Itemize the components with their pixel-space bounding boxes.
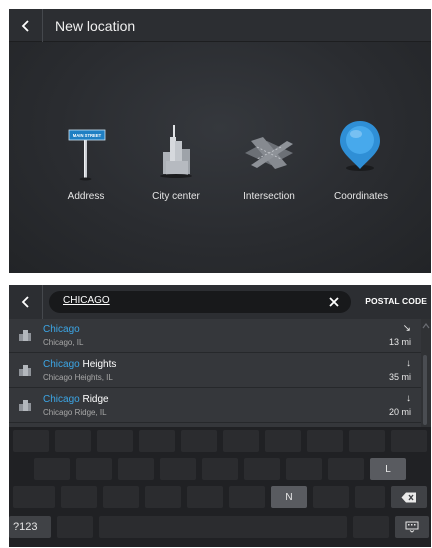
city-center-option[interactable]: City center: [126, 119, 226, 209]
results-scrollbar[interactable]: [421, 319, 431, 427]
direction-arrow-icon: ↘: [402, 323, 411, 334]
shift-key[interactable]: [13, 486, 55, 508]
result-distance: 13 mi: [388, 337, 411, 347]
result-distance: 35 mi: [388, 372, 411, 382]
search-panel: CHICAGO POSTAL CODE Chicago Chicago, IL …: [9, 285, 431, 547]
postal-code-button[interactable]: POSTAL CODE: [365, 296, 427, 306]
direction-arrow-icon: ↓: [406, 358, 411, 369]
results-list: Chicago Chicago, IL ↘ 13 mi Chicago Heig…: [9, 319, 431, 427]
key[interactable]: [160, 458, 196, 480]
chevron-left-icon: [21, 19, 29, 32]
key[interactable]: [265, 430, 301, 452]
city-buildings-icon: [160, 125, 192, 178]
key[interactable]: [349, 430, 385, 452]
key[interactable]: [223, 430, 259, 452]
search-input-value: CHICAGO: [63, 295, 110, 306]
intersection-icon: [245, 137, 293, 169]
back-button[interactable]: [9, 285, 43, 319]
key[interactable]: [355, 486, 385, 508]
street-sign-text: MAIN STREET: [73, 133, 102, 138]
key[interactable]: [61, 486, 97, 508]
key[interactable]: [13, 430, 49, 452]
key[interactable]: [244, 458, 280, 480]
intersection-label: Intersection: [243, 191, 295, 202]
key[interactable]: [181, 430, 217, 452]
result-name: Chicago Heights: [43, 359, 117, 370]
backspace-key[interactable]: [391, 486, 427, 508]
hide-keyboard-key[interactable]: [395, 516, 429, 538]
key[interactable]: [229, 486, 265, 508]
address-label: Address: [67, 191, 105, 202]
search-input[interactable]: CHICAGO: [49, 291, 351, 313]
result-row[interactable]: Chicago Chicago, IL ↘ 13 mi: [9, 319, 421, 353]
key[interactable]: [187, 486, 223, 508]
address-option[interactable]: MAIN STREET Address: [36, 119, 136, 209]
key[interactable]: [139, 430, 175, 452]
back-button[interactable]: [9, 9, 43, 42]
result-subtitle: Chicago, IL: [43, 338, 84, 347]
result-row[interactable]: Chicago Ridge Chicago Ridge, IL ↓ 20 mi: [9, 389, 421, 423]
key[interactable]: [145, 486, 181, 508]
new-location-panel: New location MAIN STREET Address City ce…: [9, 9, 431, 273]
key[interactable]: [76, 458, 112, 480]
key-n[interactable]: N: [271, 486, 307, 508]
key[interactable]: [307, 430, 343, 452]
key[interactable]: [328, 458, 364, 480]
map-pin-icon: [340, 121, 380, 171]
result-row[interactable]: Chicago Heights Chicago Heights, IL ↓ 35…: [9, 354, 421, 388]
city-center-label: City center: [152, 191, 200, 202]
key[interactable]: [353, 516, 389, 538]
result-subtitle: Chicago Heights, IL: [43, 373, 113, 382]
result-subtitle: Chicago Ridge, IL: [43, 408, 107, 417]
on-screen-keyboard: L N ?123: [9, 427, 431, 547]
scroll-thumb[interactable]: [423, 355, 427, 425]
city-icon: [19, 400, 31, 411]
key[interactable]: [34, 458, 70, 480]
key[interactable]: [55, 430, 91, 452]
key[interactable]: [286, 458, 322, 480]
result-name: Chicago Ridge: [43, 394, 109, 405]
direction-arrow-icon: ↓: [406, 393, 411, 404]
coordinates-label: Coordinates: [334, 191, 388, 202]
search-header: CHICAGO POSTAL CODE: [9, 285, 431, 319]
result-distance: 20 mi: [388, 407, 411, 417]
space-key[interactable]: [99, 516, 347, 538]
key-l[interactable]: L: [370, 458, 406, 480]
backspace-icon: [401, 492, 416, 502]
page-title: New location: [55, 18, 136, 34]
key[interactable]: [202, 458, 238, 480]
clear-icon[interactable]: [325, 293, 343, 311]
key[interactable]: [103, 486, 139, 508]
key[interactable]: [118, 458, 154, 480]
numeric-key[interactable]: ?123: [9, 516, 51, 538]
header-bar: New location: [9, 9, 431, 42]
keyboard-hide-icon: [405, 521, 419, 533]
key[interactable]: [57, 516, 93, 538]
coordinates-option[interactable]: Coordinates: [311, 119, 411, 209]
chevron-left-icon: [21, 296, 29, 308]
street-sign-icon: MAIN STREET: [68, 129, 106, 181]
key[interactable]: [313, 486, 349, 508]
key[interactable]: [97, 430, 133, 452]
city-icon: [19, 365, 31, 376]
scroll-up-icon[interactable]: [422, 322, 430, 330]
intersection-option[interactable]: Intersection: [219, 119, 319, 209]
result-name: Chicago: [43, 324, 80, 335]
city-icon: [19, 330, 31, 341]
key[interactable]: [391, 430, 427, 452]
